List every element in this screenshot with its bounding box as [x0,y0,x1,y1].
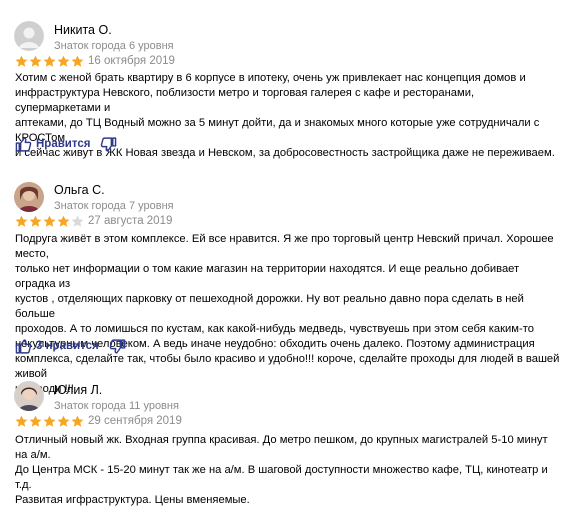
review-date: 29 сентября 2019 [88,415,182,427]
star-filled-icon [29,215,42,227]
star-filled-icon [71,415,84,427]
dislike-button[interactable] [100,136,117,153]
star-filled-icon [15,415,28,427]
avatar[interactable] [14,381,44,411]
like-button[interactable]: 3 нравится [15,338,99,355]
thumb-up-icon [15,338,32,355]
review-author-level: Знаток города 11 уровня [54,400,179,412]
review-rating [15,215,84,228]
review-rating [15,415,84,428]
like-label: 3 нравится [36,340,99,352]
star-filled-icon [71,55,84,67]
reviews-list: Никита О. Знаток города 6 уровня 16 октя… [0,0,582,506]
like-button[interactable]: Нравится [15,136,90,153]
review-author-level: Знаток города 7 уровня [54,200,174,212]
star-filled-icon [57,415,70,427]
star-filled-icon [43,415,56,427]
review-text: Подруга живёт в этом комплексе. Ей все н… [15,233,560,395]
like-label: Нравится [36,138,91,150]
star-filled-icon [29,415,42,427]
thumb-down-icon [100,136,117,153]
star-filled-icon [15,55,28,67]
thumb-down-icon [109,338,126,355]
review-date: 16 октября 2019 [88,55,175,67]
review-actions: Нравится [15,135,117,153]
review-actions: 3 нравится [15,337,126,355]
star-filled-icon [43,215,56,227]
review-author[interactable]: Никита О. [54,23,112,37]
avatar-placeholder-icon[interactable] [14,21,44,51]
star-filled-icon [43,55,56,67]
star-filled-icon [15,215,28,227]
review-text: Отличный новый жк. Входная группа красив… [15,434,548,506]
star-empty-icon [71,215,84,227]
review-date: 27 августа 2019 [88,215,173,227]
review-author[interactable]: Юлия Л. [54,383,102,397]
avatar[interactable] [14,182,44,212]
star-filled-icon [57,55,70,67]
thumb-up-icon [15,136,32,153]
dislike-button[interactable] [109,338,126,355]
review-author[interactable]: Ольга С. [54,183,105,197]
star-filled-icon [29,55,42,67]
review-author-level: Знаток города 6 уровня [54,40,174,52]
review-rating [15,55,84,68]
star-filled-icon [57,215,70,227]
